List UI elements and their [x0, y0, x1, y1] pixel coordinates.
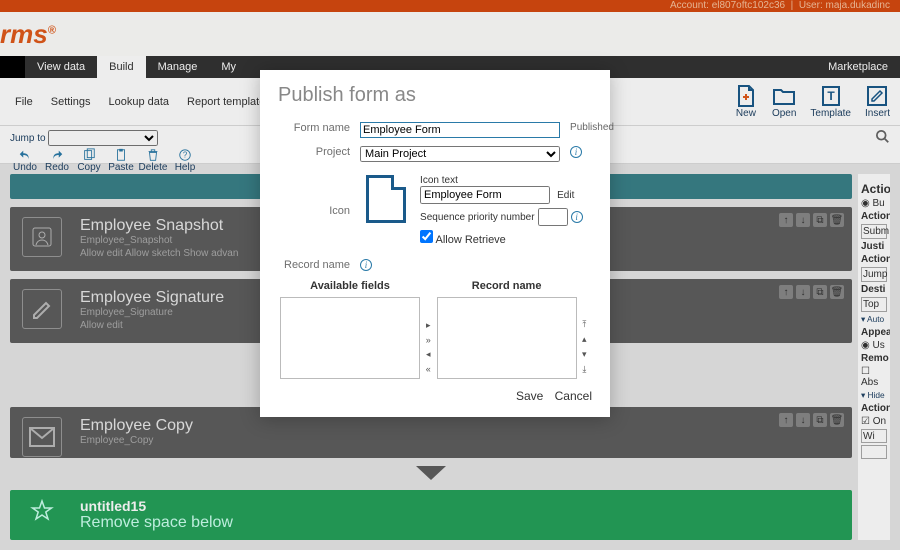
form-name-label: Form name	[280, 119, 354, 141]
move-up-icon[interactable]: ▴	[582, 334, 587, 345]
project-label: Project	[280, 143, 354, 165]
allow-retrieve-checkbox[interactable]	[420, 230, 433, 243]
move-all-right-icon[interactable]: »	[426, 335, 431, 345]
allow-retrieve-label: Allow Retrieve	[436, 234, 506, 246]
document-icon	[366, 175, 406, 223]
save-button[interactable]: Save	[516, 389, 543, 403]
move-bottom-icon[interactable]: ⤓	[582, 364, 586, 375]
info-icon[interactable]: i	[571, 211, 583, 223]
info-icon[interactable]: i	[360, 259, 372, 271]
icon-text-label: Icon text	[420, 175, 583, 186]
modal-title: Publish form as	[278, 84, 592, 107]
record-name-label: Record name	[280, 256, 354, 274]
seq-input[interactable]	[538, 208, 568, 226]
published-status: Published	[566, 119, 618, 141]
publish-form-modal: Publish form as Form name Published Proj…	[260, 70, 610, 417]
icon-label: Icon	[280, 167, 354, 254]
cancel-button[interactable]: Cancel	[555, 389, 592, 403]
project-select[interactable]: Main Project	[360, 146, 560, 162]
info-icon[interactable]: i	[570, 146, 582, 158]
move-down-icon[interactable]: ▾	[582, 349, 587, 360]
available-fields-list[interactable]	[280, 297, 420, 379]
seq-label: Sequence priority number	[420, 212, 535, 223]
available-fields-header: Available fields	[280, 280, 420, 295]
move-left-icon[interactable]: ◂	[426, 349, 431, 360]
move-top-icon[interactable]: ⤒	[582, 319, 586, 330]
record-name-list[interactable]	[437, 297, 577, 379]
move-right-icon[interactable]: ▸	[426, 320, 431, 331]
form-name-input[interactable]	[360, 122, 560, 138]
edit-icon-link[interactable]: Edit	[557, 190, 574, 201]
icon-text-input[interactable]	[420, 186, 550, 204]
record-name-header: Record name	[437, 280, 577, 295]
move-all-left-icon[interactable]: «	[426, 364, 431, 374]
